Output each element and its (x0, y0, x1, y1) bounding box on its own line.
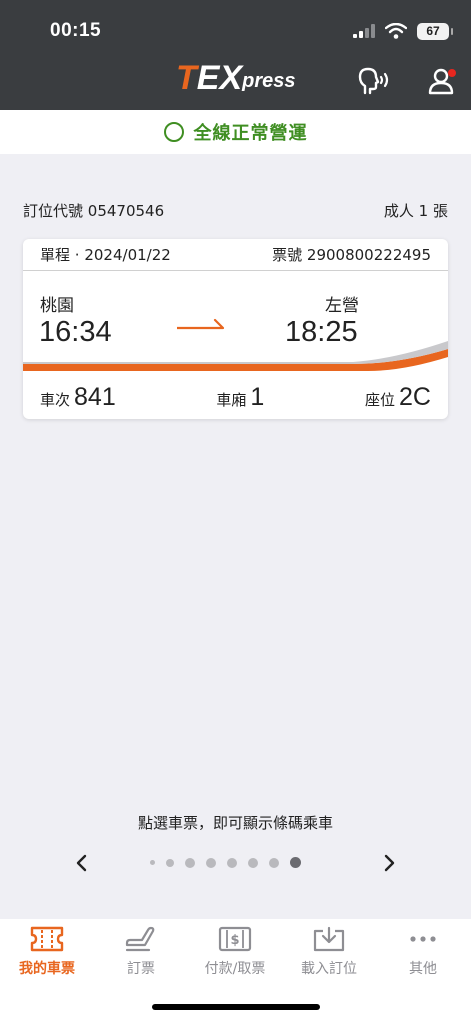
ticket-card[interactable]: 單程 · 2024/01/22 票號 2900800222495 桃園 16:3… (23, 239, 448, 419)
ticket-icon (30, 926, 64, 952)
wifi-icon (385, 23, 407, 39)
tab-payment[interactable]: $ 付款/取票 (188, 919, 282, 989)
more-icon (410, 936, 436, 942)
car-number: 車廂 1 (216, 383, 264, 412)
chevron-right-icon (384, 854, 395, 872)
tab-more[interactable]: 其他 (376, 919, 470, 989)
voice-assistant-icon (358, 67, 389, 95)
ticket-number: 票號 2900800222495 (272, 244, 431, 265)
page-dot (269, 857, 279, 868)
previous-ticket-button[interactable] (67, 848, 97, 878)
ticket-header: 單程 · 2024/01/22 票號 2900800222495 (23, 239, 448, 271)
car-number-value: 1 (250, 382, 265, 411)
trip-type: 單程 (40, 246, 71, 264)
page-dot (166, 858, 174, 867)
departure-station: 桃園 (40, 296, 74, 316)
seat-number-label: 座位 (365, 390, 396, 409)
tab-payment-label: 付款/取票 (204, 961, 266, 977)
seat-icon (125, 926, 155, 952)
notification-dot (448, 69, 456, 77)
seat-number-value: 2C (399, 382, 431, 411)
tab-import-booking-label: 載入訂位 (301, 961, 357, 977)
voice-assistant-button[interactable] (356, 64, 392, 98)
tab-book-label: 訂票 (127, 961, 155, 977)
service-status-banner[interactable]: 全線正常營運 (0, 110, 471, 154)
import-icon (313, 926, 345, 952)
tab-more-label: 其他 (409, 961, 437, 977)
ticket-number-label: 票號 (272, 246, 303, 264)
texpress-logo: T EX press (176, 58, 296, 97)
car-number-label: 車廂 (216, 390, 247, 409)
train-number-value: 841 (74, 382, 116, 411)
ticket-details: 車次 841 車廂 1 座位 2C (23, 375, 448, 419)
passenger-count: 成人 1 張 (383, 202, 448, 220)
account-button[interactable] (423, 64, 459, 98)
booking-summary: 訂位代號 05470546 成人 1 張 (23, 200, 448, 221)
next-ticket-button[interactable] (374, 848, 404, 878)
status-icons: 67 (353, 20, 453, 42)
logo-press: press (242, 70, 296, 92)
direction-arrow-icon (177, 318, 225, 330)
battery-indicator: 67 (417, 22, 453, 40)
booking-code: 訂位代號 05470546 (23, 200, 164, 221)
booking-code-label: 訂位代號 (23, 202, 84, 220)
booking-code-value: 05470546 (87, 202, 165, 220)
home-indicator (152, 1004, 320, 1010)
ticket-number-value: 2900800222495 (306, 246, 431, 264)
arrival-station: 左營 (325, 296, 359, 316)
status-ok-icon (163, 122, 184, 142)
logo-t: T (176, 59, 197, 97)
cellular-signal-icon (353, 24, 375, 38)
chevron-left-icon (76, 854, 87, 872)
tab-import-booking[interactable]: 載入訂位 (282, 919, 376, 989)
trip-separator: · (74, 246, 85, 264)
svg-text:$: $ (230, 933, 239, 948)
page-dot (185, 857, 195, 868)
train-number-label: 車次 (40, 390, 71, 409)
train-number: 車次 841 (40, 383, 116, 412)
tab-my-tickets-label: 我的車票 (19, 961, 75, 977)
payment-icon: $ (218, 926, 252, 952)
trip-info: 單程 · 2024/01/22 (40, 244, 171, 265)
page-dot (206, 857, 216, 868)
tab-my-tickets[interactable]: 我的車票 (0, 919, 94, 989)
page-dot (248, 857, 258, 868)
ticket-pager (0, 848, 471, 878)
service-status-text: 全線正常營運 (193, 123, 308, 144)
page-dot (290, 857, 301, 868)
page-dot (150, 860, 155, 865)
page-dot (227, 857, 237, 868)
trip-date: 2024/01/22 (84, 246, 171, 264)
barcode-hint: 點選車票，即可顯示條碼乘車 (137, 814, 333, 832)
seat-number: 座位 2C (365, 383, 431, 412)
train-stripe-decoration (23, 341, 448, 371)
logo-ex: EX (196, 59, 243, 97)
app-header: 00:15 67 T EX press (0, 0, 471, 110)
tab-book[interactable]: 訂票 (94, 919, 188, 989)
status-time: 00:15 (50, 20, 102, 41)
page-indicator (150, 857, 301, 868)
